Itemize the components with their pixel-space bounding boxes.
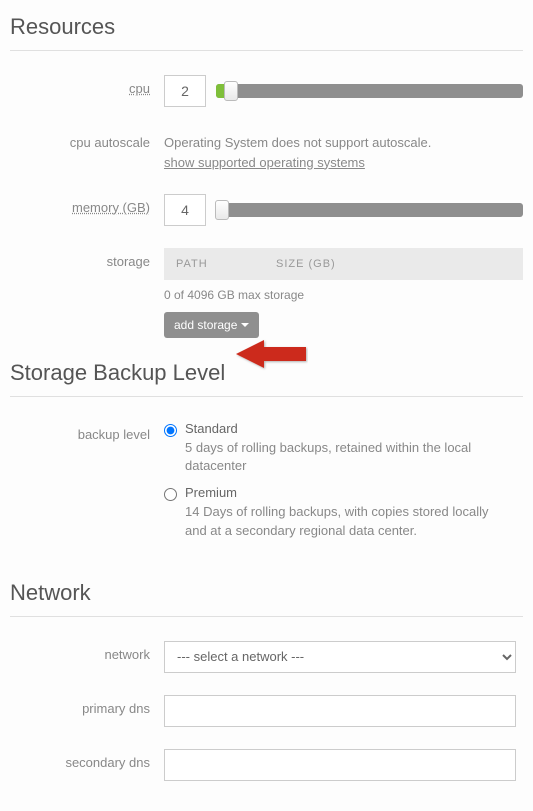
- memory-slider[interactable]: [216, 203, 523, 217]
- radio-standard-label: Standard: [185, 421, 238, 436]
- label-network: network: [10, 641, 164, 662]
- storage-note: 0 of 4096 GB max storage: [164, 288, 523, 302]
- col-size: SIZE (GB): [276, 258, 511, 270]
- label-cpu: cpu: [129, 81, 150, 96]
- label-primary-dns: primary dns: [10, 695, 164, 716]
- network-select[interactable]: --- select a network ---: [164, 641, 516, 673]
- secondary-dns-input[interactable]: [164, 749, 516, 781]
- row-cpu-autoscale: cpu autoscale Operating System does not …: [10, 129, 523, 172]
- cpu-slider[interactable]: [216, 84, 523, 98]
- row-storage: storage PATH SIZE (GB) 0 of 4096 GB max …: [10, 248, 523, 338]
- slider-handle[interactable]: [215, 200, 229, 220]
- divider: [10, 396, 523, 397]
- row-backup-level: backup level Standard 5 days of rolling …: [10, 421, 523, 550]
- radio-premium[interactable]: [164, 488, 177, 501]
- label-storage: storage: [10, 248, 164, 269]
- row-network: network --- select a network ---: [10, 641, 523, 673]
- col-path: PATH: [176, 258, 276, 270]
- label-memory: memory (GB): [72, 200, 150, 215]
- storage-table-header: PATH SIZE (GB): [164, 248, 523, 280]
- radio-premium-desc: 14 Days of rolling backups, with copies …: [164, 503, 504, 539]
- label-secondary-dns: secondary dns: [10, 749, 164, 770]
- divider: [10, 50, 523, 51]
- autoscale-note: Operating System does not support autosc…: [164, 135, 431, 150]
- section-heading-resources: Resources: [10, 14, 523, 40]
- label-cpu-autoscale: cpu autoscale: [10, 129, 164, 150]
- section-heading-backup: Storage Backup Level: [10, 360, 523, 386]
- add-storage-label: add storage: [174, 318, 237, 332]
- row-secondary-dns: secondary dns: [10, 749, 523, 781]
- label-backup-level: backup level: [10, 421, 164, 442]
- radio-premium-label: Premium: [185, 485, 237, 500]
- radio-standard[interactable]: [164, 424, 177, 437]
- row-memory: memory (GB): [10, 194, 523, 226]
- divider: [10, 616, 523, 617]
- add-storage-button[interactable]: add storage: [164, 312, 259, 338]
- autoscale-link[interactable]: show supported operating systems: [164, 155, 365, 170]
- row-cpu: cpu: [10, 75, 523, 107]
- row-primary-dns: primary dns: [10, 695, 523, 727]
- memory-input[interactable]: [164, 194, 206, 226]
- chevron-down-icon: [241, 323, 249, 327]
- cpu-input[interactable]: [164, 75, 206, 107]
- primary-dns-input[interactable]: [164, 695, 516, 727]
- slider-handle[interactable]: [224, 81, 238, 101]
- radio-standard-desc: 5 days of rolling backups, retained with…: [164, 439, 504, 475]
- section-heading-network: Network: [10, 580, 523, 606]
